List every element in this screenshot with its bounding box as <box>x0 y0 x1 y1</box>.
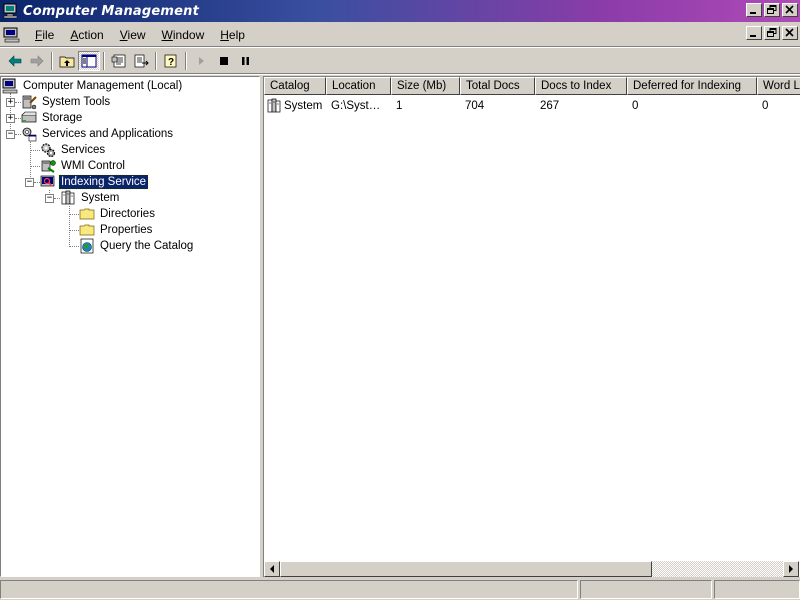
start-service-button[interactable] <box>190 51 212 71</box>
tree-item-properties[interactable]: Properties <box>79 222 154 238</box>
catalog-icon <box>266 98 282 114</box>
table-row[interactable]: System G:\Syst… 1 704 267 0 0 <box>264 97 797 115</box>
column-header-location[interactable]: Location <box>326 77 391 95</box>
tree-item-root[interactable]: Computer Management (Local) <box>2 78 184 94</box>
help-icon: ? <box>164 54 177 68</box>
scroll-thumb[interactable] <box>280 561 652 577</box>
properties-button[interactable] <box>108 51 130 71</box>
child-minimize-button[interactable] <box>746 26 762 40</box>
menu-view[interactable]: View <box>112 25 154 45</box>
cell-word-lists: 0 <box>762 100 769 112</box>
list-header: Catalog Location Size (Mb) Total Docs Do… <box>264 77 800 95</box>
pause-icon <box>242 57 249 65</box>
stop-service-button[interactable] <box>212 51 234 71</box>
web-page-icon <box>79 238 95 254</box>
minimize-button[interactable] <box>746 3 762 17</box>
restore-button[interactable] <box>764 3 780 17</box>
forward-button[interactable] <box>26 51 48 71</box>
collapse-indexing-toggle[interactable]: − <box>25 178 34 187</box>
folder-icon <box>79 206 95 222</box>
child-restore-button[interactable] <box>764 26 780 40</box>
svg-text:?: ? <box>168 57 174 68</box>
cell-deferred: 0 <box>632 100 639 112</box>
folder-icon <box>79 222 95 238</box>
export-list-icon <box>134 54 149 68</box>
menu-window[interactable]: Window <box>154 25 213 45</box>
cell-location: G:\Syst… <box>331 100 381 112</box>
stop-icon <box>220 57 228 65</box>
status-panel-2 <box>580 580 712 599</box>
scroll-right-button[interactable] <box>783 561 799 577</box>
tree-item-storage[interactable]: Storage <box>21 110 84 126</box>
cell-catalog: System <box>284 100 323 112</box>
cell-total-docs: 704 <box>465 100 485 112</box>
window-title: Computer Management <box>23 3 200 19</box>
tree-item-services[interactable]: Services <box>40 142 107 158</box>
console-tree[interactable]: + + − − − Computer Management (Local) Sy… <box>0 76 260 577</box>
wmi-control-icon <box>40 158 56 174</box>
title-bar[interactable]: Computer Management <box>0 0 800 22</box>
pause-service-button[interactable] <box>234 51 256 71</box>
services-apps-icon <box>21 126 37 142</box>
column-header-word-lists[interactable]: Word Li <box>757 77 800 95</box>
status-bar <box>0 579 800 600</box>
catalog-icon <box>60 190 76 206</box>
console-icon[interactable] <box>3 27 21 43</box>
expand-storage-toggle[interactable]: + <box>6 114 15 123</box>
show-hide-tree-icon <box>81 54 97 68</box>
child-close-button[interactable] <box>782 26 798 40</box>
back-icon <box>8 55 22 67</box>
cell-size: 1 <box>396 100 403 112</box>
tree-item-directories[interactable]: Directories <box>79 206 157 222</box>
back-button[interactable] <box>4 51 26 71</box>
close-button[interactable] <box>782 3 798 17</box>
menu-action[interactable]: Action <box>62 25 111 45</box>
help-button[interactable]: ? <box>160 51 182 71</box>
computer-management-window: Computer Management File Action View Win… <box>0 0 800 600</box>
collapse-system-catalog-toggle[interactable]: − <box>45 194 54 203</box>
properties-icon <box>111 54 126 68</box>
column-header-size[interactable]: Size (Mb) <box>391 77 460 95</box>
expand-system-tools-toggle[interactable]: + <box>6 98 15 107</box>
column-header-docs-to-index[interactable]: Docs to Index <box>535 77 627 95</box>
up-one-level-button[interactable] <box>56 51 78 71</box>
play-icon <box>199 57 204 65</box>
indexing-service-label: Indexing Service <box>57 174 150 190</box>
tree-item-query-catalog[interactable]: Query the Catalog <box>79 238 195 254</box>
column-header-deferred[interactable]: Deferred for Indexing <box>627 77 757 95</box>
menu-file[interactable]: File <box>27 25 62 45</box>
export-list-button[interactable] <box>130 51 152 71</box>
gears-icon <box>40 142 56 158</box>
tree-item-system-catalog[interactable]: System <box>60 190 121 206</box>
toolbar-separator <box>0 73 800 75</box>
menu-separator <box>0 46 800 48</box>
menu-bar: File Action View Window Help <box>0 24 800 46</box>
tree-item-indexing-service[interactable]: Indexing Service <box>40 174 150 190</box>
storage-icon <box>21 110 37 126</box>
computer-management-icon <box>3 3 19 19</box>
details-pane: Catalog Location Size (Mb) Total Docs Do… <box>263 76 800 577</box>
scroll-left-button[interactable] <box>264 561 280 577</box>
forward-icon <box>30 55 44 67</box>
column-header-catalog[interactable]: Catalog <box>264 77 326 95</box>
horizontal-scrollbar[interactable] <box>264 561 799 577</box>
status-panel-main <box>0 580 578 599</box>
indexing-service-icon <box>40 174 56 190</box>
collapse-services-apps-toggle[interactable]: − <box>6 130 15 139</box>
up-folder-icon <box>59 56 75 68</box>
system-tools-icon <box>21 94 37 110</box>
status-panel-3 <box>714 580 800 599</box>
tree-item-services-apps[interactable]: Services and Applications <box>21 126 175 142</box>
tree-item-system-tools[interactable]: System Tools <box>21 94 112 110</box>
computer-icon <box>2 78 18 94</box>
tree-item-wmi-control[interactable]: WMI Control <box>40 158 127 174</box>
toolbar: ? <box>0 49 800 73</box>
column-header-total-docs[interactable]: Total Docs <box>460 77 535 95</box>
cell-docs-to-index: 267 <box>540 100 560 112</box>
show-hide-tree-button[interactable] <box>78 51 100 71</box>
menu-help[interactable]: Help <box>212 25 253 45</box>
